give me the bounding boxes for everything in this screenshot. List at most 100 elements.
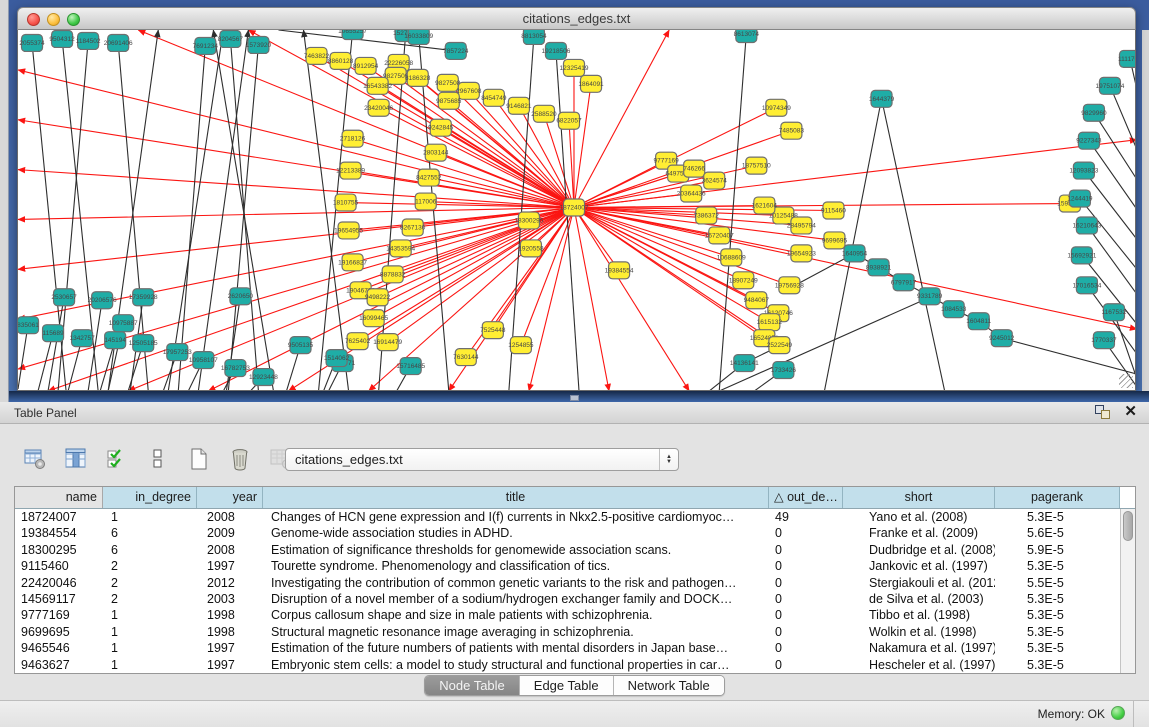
graph-node[interactable]: 1621604 [752, 197, 778, 214]
graph-node[interactable]: 2530657 [51, 289, 77, 306]
graph-node[interactable]: 1111704 [1118, 50, 1136, 67]
graph-node[interactable]: 1514062 [324, 350, 350, 367]
graph-node[interactable]: 10655257 [338, 30, 367, 39]
new-table-icon[interactable] [186, 446, 212, 472]
graph-node[interactable]: 10975887 [109, 315, 138, 332]
graph-node[interactable]: 1084533 [941, 301, 967, 318]
citation-edge-black[interactable] [198, 30, 248, 391]
graph-node[interactable]: 8267130 [400, 219, 426, 236]
citation-edge-red[interactable] [574, 194, 691, 208]
graph-node[interactable]: 7857224 [443, 42, 469, 59]
graph-node[interactable]: 2522549 [767, 337, 793, 354]
graph-node[interactable]: 20206576 [88, 292, 117, 309]
table-row[interactable]: 1938455462009Genome-wide association stu… [15, 525, 1120, 541]
graph-node[interactable]: 2803144 [423, 144, 449, 161]
graph-node[interactable]: 9504312 [49, 30, 75, 47]
citation-edge-red[interactable] [208, 208, 574, 391]
graph-node[interactable]: 1640954 [842, 245, 868, 262]
graph-node[interactable]: 28495794 [787, 217, 816, 234]
graph-node[interactable]: 10958107 [189, 352, 218, 369]
graph-node[interactable]: 6797917 [891, 274, 917, 291]
table-row[interactable]: 2242004622012Investigating the contribut… [15, 575, 1120, 591]
graph-node[interactable]: 2967608 [456, 82, 482, 99]
tab-edge-table[interactable]: Edge Table [520, 676, 614, 695]
table-selector-dropdown[interactable]: citations_edges.txt ▲▼ [285, 448, 679, 471]
minimize-window-button[interactable] [47, 13, 60, 26]
table-row[interactable]: 977716911998Corpus callosum shape and si… [15, 607, 1120, 623]
graph-node[interactable]: 1864091 [578, 75, 604, 92]
graph-node[interactable]: 8427552 [416, 169, 442, 186]
graph-node[interactable]: 1342757 [69, 330, 95, 347]
graph-node[interactable]: 12923448 [249, 369, 278, 386]
graph-node[interactable]: 18907249 [729, 272, 758, 289]
graph-node[interactable]: 18724007 [560, 199, 589, 216]
network-view-window[interactable]: citations_edges.txt 18724007746382288601… [17, 7, 1136, 391]
scrollbar-thumb[interactable] [1123, 511, 1133, 541]
citation-edge-black[interactable] [719, 34, 746, 391]
column-header-short[interactable]: short [843, 487, 995, 508]
graph-node[interactable]: 8813054 [521, 30, 547, 44]
citation-edge-red[interactable] [574, 208, 1136, 330]
graph-node[interactable]: 1615132 [757, 314, 783, 331]
graph-node[interactable]: 20691406 [104, 34, 133, 51]
close-window-button[interactable] [27, 13, 40, 26]
tab-network-table[interactable]: Network Table [614, 676, 724, 695]
graph-node[interactable]: 1810755 [333, 194, 359, 211]
float-panel-icon[interactable] [1095, 405, 1110, 419]
graph-node[interactable]: 10688609 [717, 249, 746, 266]
column-header-name[interactable]: name [15, 487, 103, 508]
select-column-icon[interactable] [63, 446, 89, 472]
graph-node[interactable]: 19654923 [787, 245, 816, 262]
graph-node[interactable]: 12213389 [336, 162, 365, 179]
column-header-year[interactable]: year [197, 487, 263, 508]
graph-node[interactable]: 19751074 [1095, 77, 1124, 94]
citation-edge-black[interactable] [719, 298, 927, 391]
graph-node[interactable]: 16914479 [373, 334, 402, 351]
graph-node[interactable]: 9227343 [1076, 132, 1102, 149]
graph-node[interactable]: 10974349 [762, 99, 791, 116]
graph-node[interactable]: 16782753 [221, 360, 250, 377]
graph-node[interactable]: 9699695 [822, 232, 848, 249]
column-header-out_de[interactable]: △ out_de… [769, 487, 843, 508]
graph-node[interactable]: 9115460 [821, 202, 846, 219]
graph-node[interactable]: 1244419 [1067, 190, 1093, 207]
graph-node[interactable]: 746266 [683, 160, 705, 177]
graph-node[interactable]: 8938921 [866, 259, 892, 276]
citation-edge-red[interactable] [48, 208, 574, 391]
graph-node[interactable]: 2588520 [531, 105, 557, 122]
graph-node[interactable]: 8878832 [380, 266, 406, 283]
network-canvas[interactable]: 1872400774638228860128891295422226058982… [17, 30, 1136, 391]
graph-node[interactable]: 9829960 [1081, 104, 1107, 121]
graph-node[interactable]: 7691234 [193, 37, 219, 54]
graph-node[interactable]: 9875685 [436, 92, 462, 109]
select-rows-check-icon[interactable] [104, 446, 130, 472]
graph-node[interactable]: 14353594 [386, 240, 415, 257]
citation-edge-red[interactable] [18, 120, 574, 208]
citation-edge-black[interactable] [1094, 113, 1136, 180]
graph-node[interactable]: 9498222 [365, 289, 391, 306]
graph-node[interactable]: 9484067 [744, 292, 770, 309]
graph-node[interactable]: 6822057 [556, 112, 582, 129]
graph-node[interactable]: 7485083 [779, 122, 805, 139]
table-row[interactable]: 1830029562008Estimation of significance … [15, 542, 1120, 558]
graph-node[interactable]: 16210643 [1072, 217, 1101, 234]
zoom-window-button[interactable] [67, 13, 80, 26]
graph-node[interactable]: 19654955 [334, 222, 363, 239]
graph-node[interactable]: 117006 [415, 193, 437, 210]
graph-node[interactable]: 16033809 [404, 30, 433, 44]
citation-edge-black[interactable] [1089, 141, 1136, 210]
graph-node[interactable]: 1604811 [966, 313, 991, 330]
graph-node[interactable]: 12325419 [560, 59, 589, 76]
graph-node[interactable]: 8912954 [353, 57, 379, 74]
graph-node[interactable]: 9331789 [917, 288, 943, 305]
column-header-pagerank[interactable]: pagerank [995, 487, 1120, 508]
graph-node[interactable]: 7630144 [453, 349, 479, 366]
graph-node[interactable]: 18757510 [742, 157, 771, 174]
graph-node[interactable]: 15692921 [1067, 247, 1096, 264]
graph-node[interactable]: 23420046 [364, 99, 393, 116]
table-row[interactable]: 946362711997Embryonic stem cells: a mode… [15, 657, 1120, 673]
table-row[interactable]: 969969511998Structural magnetic resonanc… [15, 624, 1120, 640]
table-settings-icon[interactable] [22, 446, 48, 472]
citation-edge-red[interactable] [441, 128, 574, 208]
citation-edge-red[interactable] [18, 170, 574, 208]
